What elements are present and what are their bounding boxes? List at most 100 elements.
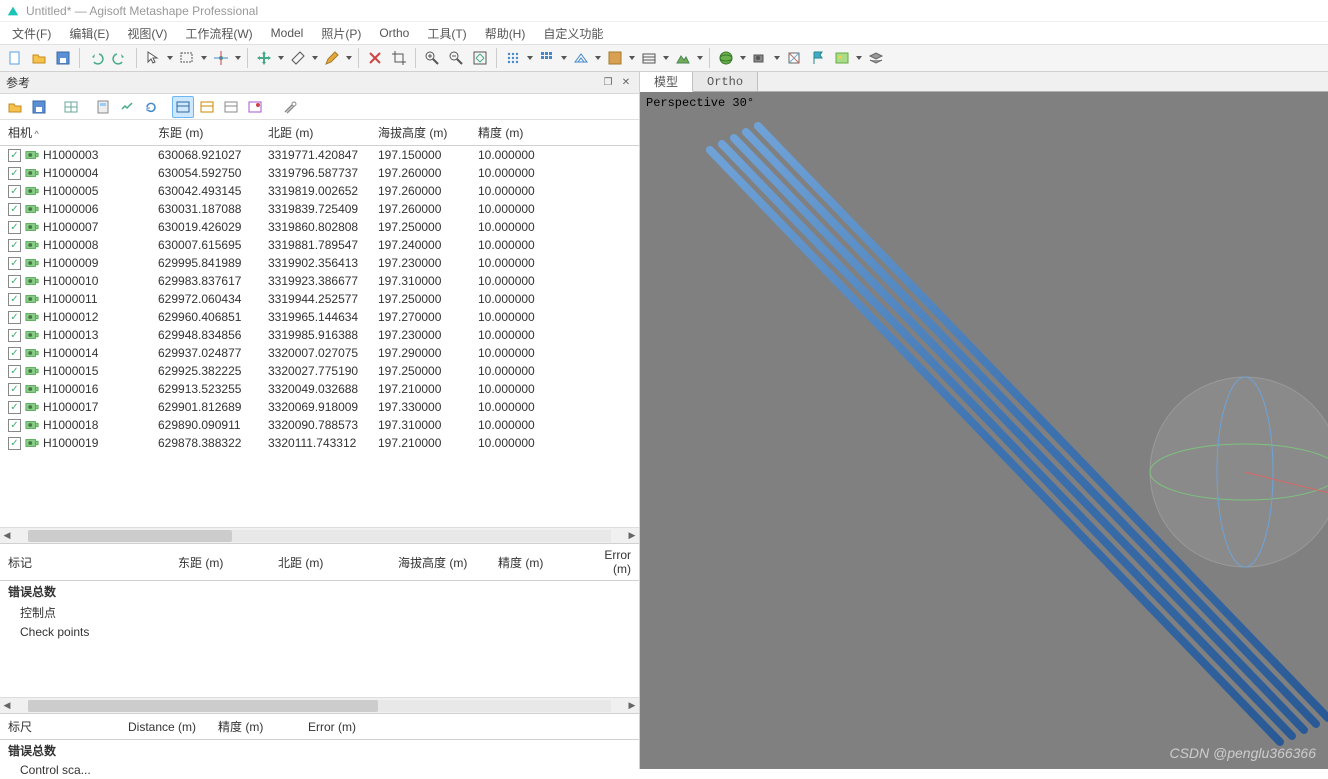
mcol-east[interactable]: 东距 (m) bbox=[170, 544, 270, 581]
row-checkbox[interactable] bbox=[8, 401, 21, 414]
gizmo-button[interactable] bbox=[210, 47, 232, 69]
markers-toggle-button[interactable] bbox=[783, 47, 805, 69]
row-checkbox[interactable] bbox=[8, 203, 21, 216]
scale-row-control[interactable]: Control sca... bbox=[0, 761, 120, 779]
table-row[interactable]: H1000018629890.0909113320090.788573197.3… bbox=[0, 416, 639, 434]
cameras-hscroll[interactable]: ◀▶ bbox=[0, 527, 639, 543]
table-row[interactable]: H1000004630054.5927503319796.587737197.2… bbox=[0, 164, 639, 182]
table-row[interactable]: H1000010629983.8376173319923.386677197.3… bbox=[0, 272, 639, 290]
table-row[interactable]: H1000005630042.4931453319819.002652197.2… bbox=[0, 182, 639, 200]
texture-button[interactable] bbox=[604, 47, 626, 69]
row-checkbox[interactable] bbox=[8, 365, 21, 378]
table-row[interactable]: H1000017629901.8126893320069.918009197.3… bbox=[0, 398, 639, 416]
row-checkbox[interactable] bbox=[8, 419, 21, 432]
row-checkbox[interactable] bbox=[8, 221, 21, 234]
row-checkbox[interactable] bbox=[8, 149, 21, 162]
mcol-acc[interactable]: 精度 (m) bbox=[490, 544, 580, 581]
refresh-button[interactable] bbox=[140, 96, 162, 118]
globe-button[interactable] bbox=[715, 47, 737, 69]
grid-points-dropdown[interactable] bbox=[526, 47, 534, 69]
ruler-dropdown[interactable] bbox=[311, 47, 319, 69]
view-variance-button[interactable] bbox=[244, 96, 266, 118]
mcol-marker[interactable]: 标记 bbox=[0, 544, 170, 581]
mcol-err[interactable]: Error (m) bbox=[580, 544, 639, 581]
col-acc[interactable]: 精度 (m) bbox=[470, 120, 639, 146]
row-checkbox[interactable] bbox=[8, 293, 21, 306]
grid-points-button[interactable] bbox=[502, 47, 524, 69]
col-east[interactable]: 东距 (m) bbox=[150, 120, 260, 146]
zoom-out-button[interactable] bbox=[445, 47, 467, 69]
table-row[interactable]: H1000009629995.8419893319902.356413197.2… bbox=[0, 254, 639, 272]
new-button[interactable] bbox=[4, 47, 26, 69]
navigate-dropdown[interactable] bbox=[166, 47, 174, 69]
settings-button[interactable] bbox=[280, 96, 302, 118]
flag-toggle-button[interactable] bbox=[807, 47, 829, 69]
gizmo-dropdown[interactable] bbox=[234, 47, 242, 69]
draw-dropdown[interactable] bbox=[345, 47, 353, 69]
move-button[interactable] bbox=[253, 47, 275, 69]
rect-select-button[interactable] bbox=[176, 47, 198, 69]
tiled-dropdown[interactable] bbox=[662, 47, 670, 69]
fit-view-button[interactable] bbox=[469, 47, 491, 69]
calc-button[interactable] bbox=[92, 96, 114, 118]
dense-cloud-button[interactable] bbox=[536, 47, 558, 69]
markers-hscroll[interactable]: ◀▶ bbox=[0, 697, 639, 713]
menu-tools[interactable]: 工具(T) bbox=[419, 23, 474, 44]
scol-acc[interactable]: 精度 (m) bbox=[210, 714, 300, 740]
row-checkbox[interactable] bbox=[8, 185, 21, 198]
col-north[interactable]: 北距 (m) bbox=[260, 120, 370, 146]
redo-button[interactable] bbox=[109, 47, 131, 69]
ruler-button[interactable] bbox=[287, 47, 309, 69]
scol-err[interactable]: Error (m) bbox=[300, 714, 639, 740]
view-errors-button[interactable] bbox=[220, 96, 242, 118]
dem-button[interactable] bbox=[672, 47, 694, 69]
col-alt[interactable]: 海拔高度 (m) bbox=[370, 120, 470, 146]
table-row[interactable]: H1000011629972.0604343319944.252577197.2… bbox=[0, 290, 639, 308]
menu-help[interactable]: 帮助(H) bbox=[477, 23, 534, 44]
open-button[interactable] bbox=[28, 47, 50, 69]
tiled-button[interactable] bbox=[638, 47, 660, 69]
model-viewport[interactable]: Perspective 30° bbox=[640, 92, 1328, 769]
col-camera[interactable]: 相机 bbox=[0, 120, 150, 146]
menu-model[interactable]: Model bbox=[263, 24, 312, 42]
menu-file[interactable]: 文件(F) bbox=[4, 23, 59, 44]
menu-view[interactable]: 视图(V) bbox=[119, 23, 175, 44]
navigate-button[interactable] bbox=[142, 47, 164, 69]
table-row[interactable]: H1000013629948.8348563319985.916388197.2… bbox=[0, 326, 639, 344]
view-estimated-button[interactable] bbox=[196, 96, 218, 118]
cameras-table-wrap[interactable]: 相机 东距 (m) 北距 (m) 海拔高度 (m) 精度 (m) H100000… bbox=[0, 120, 639, 527]
cameras-toggle-button[interactable] bbox=[749, 47, 771, 69]
table-row[interactable]: H1000016629913.5232553320049.032688197.2… bbox=[0, 380, 639, 398]
menu-ortho[interactable]: Ortho bbox=[371, 24, 417, 42]
update-button[interactable] bbox=[116, 96, 138, 118]
row-checkbox[interactable] bbox=[8, 239, 21, 252]
undo-button[interactable] bbox=[85, 47, 107, 69]
row-checkbox[interactable] bbox=[8, 311, 21, 324]
view-source-button[interactable] bbox=[172, 96, 194, 118]
table-row[interactable]: H1000012629960.4068513319965.144634197.2… bbox=[0, 308, 639, 326]
zoom-in-button[interactable] bbox=[421, 47, 443, 69]
texture-dropdown[interactable] bbox=[628, 47, 636, 69]
rect-select-dropdown[interactable] bbox=[200, 47, 208, 69]
dense-cloud-dropdown[interactable] bbox=[560, 47, 568, 69]
menu-custom[interactable]: 自定义功能 bbox=[535, 23, 611, 44]
import-ref-button[interactable] bbox=[4, 96, 26, 118]
convert-button[interactable] bbox=[60, 96, 82, 118]
table-row[interactable]: H1000003630068.9210273319771.420847197.1… bbox=[0, 146, 639, 165]
save-button[interactable] bbox=[52, 47, 74, 69]
row-checkbox[interactable] bbox=[8, 437, 21, 450]
crop-button[interactable] bbox=[388, 47, 410, 69]
row-checkbox[interactable] bbox=[8, 383, 21, 396]
table-row[interactable]: H1000007630019.4260293319860.802808197.2… bbox=[0, 218, 639, 236]
scol-dist[interactable]: Distance (m) bbox=[120, 714, 210, 740]
tab-ortho[interactable]: Ortho bbox=[693, 72, 758, 91]
mcol-alt[interactable]: 海拔高度 (m) bbox=[390, 544, 490, 581]
panel-float-button[interactable]: ❐ bbox=[601, 76, 615, 90]
table-row[interactable]: H1000015629925.3822253320027.775190197.2… bbox=[0, 362, 639, 380]
dem-dropdown[interactable] bbox=[696, 47, 704, 69]
row-checkbox[interactable] bbox=[8, 257, 21, 270]
row-checkbox[interactable] bbox=[8, 167, 21, 180]
mesh-dropdown[interactable] bbox=[594, 47, 602, 69]
mcol-north[interactable]: 北距 (m) bbox=[270, 544, 390, 581]
row-checkbox[interactable] bbox=[8, 347, 21, 360]
